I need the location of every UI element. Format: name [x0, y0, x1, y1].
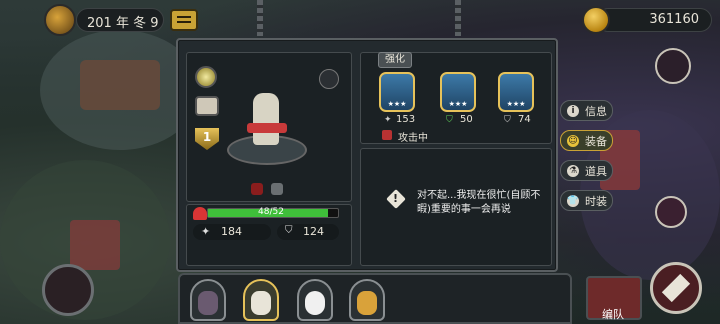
upgrade-card-3[interactable]: ★★★	[498, 72, 534, 112]
game-screen: 201 年 冬 9 361160 编队 1 48/52 ✦ 184 ⛉ 124 …	[0, 0, 720, 324]
gold-bar: 361160	[596, 8, 712, 32]
alert-portrait-button[interactable]	[655, 196, 687, 228]
warning-mark: !	[393, 192, 399, 205]
card1-attack-icon: ✦	[384, 115, 392, 125]
info-icon: i	[567, 104, 579, 117]
tab-items-label: 道具	[585, 164, 607, 178]
hero-slot-3[interactable]	[297, 279, 333, 321]
tab-info[interactable]: i 信息	[560, 100, 613, 121]
attack-type-icon	[251, 183, 263, 195]
status-attack-icon	[382, 130, 392, 140]
card3-value: 74	[518, 114, 531, 125]
hero-slot-1[interactable]	[190, 279, 226, 321]
upgrade-tab[interactable]: 强化	[378, 52, 412, 68]
card3-defense-icon: ⛉	[504, 115, 511, 125]
card-stars: ★★★	[448, 100, 468, 108]
armor-type-icon	[271, 183, 283, 195]
team-button[interactable]: 编队	[586, 276, 642, 321]
chain-left	[257, 0, 263, 36]
upgrade-card-2[interactable]: ★★★	[440, 72, 476, 112]
tab-info-label: 信息	[585, 104, 607, 118]
dialog-line2: 暇)重要的事一会再说	[417, 204, 511, 215]
class-emblem-icon	[195, 66, 217, 88]
status-text: 攻击中	[398, 133, 428, 144]
shirt-icon: 👕	[567, 194, 579, 207]
battle-button[interactable]	[650, 262, 702, 314]
hero-slot-4[interactable]	[349, 279, 385, 321]
menu-button[interactable]	[170, 9, 198, 31]
gold-amount: 361160	[649, 12, 699, 27]
map-building	[80, 60, 160, 110]
tab-equipment-label: 装备	[585, 134, 607, 148]
tab-items[interactable]: ⚗ 道具	[560, 160, 613, 181]
sword-icon: ✦	[201, 225, 211, 238]
element-icon[interactable]	[319, 69, 339, 89]
equipment-icon: ☺	[567, 134, 579, 147]
tab-costume-label: 时装	[585, 194, 607, 208]
date-text: 201 年 冬 9	[87, 16, 159, 31]
card1-value: 153	[396, 114, 416, 125]
card2-value: 50	[460, 114, 473, 125]
gold-coin-icon	[582, 6, 610, 34]
card-stars: ★★★	[387, 100, 407, 108]
season-sun-icon[interactable]	[44, 4, 76, 36]
team-label: 编队	[602, 308, 624, 321]
tab-equipment[interactable]: ☺ 装备	[560, 130, 613, 151]
potion-icon: ⚗	[567, 164, 579, 177]
chain-right	[455, 0, 461, 36]
attack-value: 184	[221, 225, 242, 238]
unit-sprite	[253, 93, 279, 145]
date-bar: 201 年 冬 9	[76, 8, 164, 32]
hp-text: 48/52	[258, 207, 284, 217]
card-stars: ★★★	[506, 100, 526, 108]
top-right-portrait-button[interactable]	[655, 48, 691, 84]
shield-icon: ⛉	[285, 225, 293, 236]
map-house	[70, 220, 120, 270]
left-action-button[interactable]	[42, 264, 94, 316]
hero-slot-2[interactable]	[243, 279, 279, 321]
heart-icon	[193, 207, 207, 220]
attack-row: ✦ 184	[193, 224, 271, 240]
defense-value: 124	[303, 225, 324, 238]
upgrade-card-1[interactable]: ★★★	[379, 72, 415, 112]
defense-row: ⛉ 124	[277, 224, 339, 240]
card2-defense-icon: ⛉	[446, 115, 453, 125]
tab-costume[interactable]: 👕 时装	[560, 190, 613, 211]
weapon-icon	[195, 96, 219, 116]
dialog-line1: 对不起...我现在很忙(自顾不	[417, 190, 541, 201]
unit-scarf	[247, 123, 287, 133]
